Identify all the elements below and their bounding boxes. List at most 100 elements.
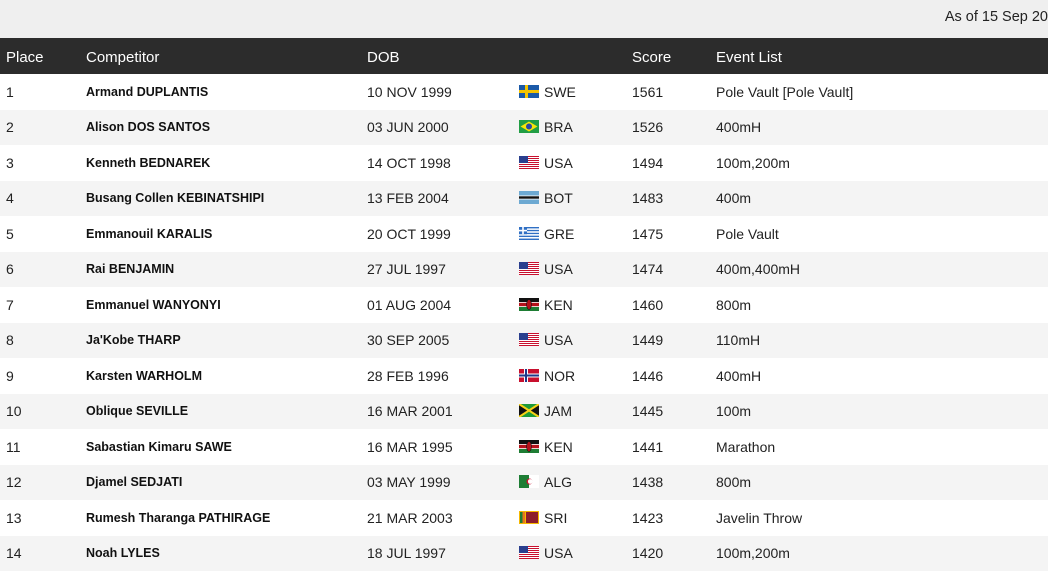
- score-cell: 1475: [632, 216, 716, 252]
- dob-cell: 13 FEB 2004: [361, 181, 519, 217]
- table-row[interactable]: 1 Armand DUPLANTIS 10 NOV 1999 SWE 1561 …: [0, 74, 1048, 110]
- table-row[interactable]: 4 Busang Collen KEBINATSHIPI 13 FEB 2004…: [0, 181, 1048, 217]
- event-list-cell: 400mH: [716, 358, 1048, 394]
- flag-jamaica-icon: [519, 404, 539, 417]
- place-cell: 1: [0, 74, 80, 110]
- table-row[interactable]: 13 Rumesh Tharanga PATHIRAGE 21 MAR 2003…: [0, 500, 1048, 536]
- competitor-name-link[interactable]: Djamel SEDJATI: [80, 465, 361, 501]
- dob-cell: 10 NOV 1999: [361, 74, 519, 110]
- flag-usa-icon: [519, 546, 539, 559]
- nationality-cell: USA: [519, 145, 632, 181]
- dob-cell: 27 JUL 1997: [361, 252, 519, 288]
- competitor-name-link[interactable]: Rai BENJAMIN: [80, 252, 361, 288]
- table-row[interactable]: 9 Karsten WARHOLM 28 FEB 1996 NOR 1446 4…: [0, 358, 1048, 394]
- flag-greece-icon: [519, 227, 539, 240]
- table-row[interactable]: 3 Kenneth BEDNAREK 14 OCT 1998 USA 1494 …: [0, 145, 1048, 181]
- competitor-name-link[interactable]: Sabastian Kimaru SAWE: [80, 429, 361, 465]
- nationality-cell: BRA: [519, 110, 632, 146]
- flag-algeria-icon: [519, 475, 539, 488]
- country-code: BOT: [544, 190, 573, 206]
- dob-cell: 03 MAY 1999: [361, 465, 519, 501]
- flag-botswana-icon: [519, 191, 539, 204]
- nationality-cell: SWE: [519, 74, 632, 110]
- score-cell: 1561: [632, 74, 716, 110]
- event-list-cell: Marathon: [716, 429, 1048, 465]
- top-bar: As of 15 Sep 20: [0, 0, 1048, 38]
- flag-kenya-icon: [519, 440, 539, 453]
- country-code: KEN: [544, 297, 573, 313]
- flag-usa-icon: [519, 262, 539, 275]
- nationality-cell: USA: [519, 252, 632, 288]
- event-list-cell: 800m: [716, 465, 1048, 501]
- score-cell: 1483: [632, 181, 716, 217]
- place-cell: 6: [0, 252, 80, 288]
- event-list-cell: 400m: [716, 181, 1048, 217]
- competitor-name-link[interactable]: Emmanouil KARALIS: [80, 216, 361, 252]
- table-row[interactable]: 8 Ja'Kobe THARP 30 SEP 2005 USA 1449 110…: [0, 323, 1048, 359]
- event-list-cell: 400m,400mH: [716, 252, 1048, 288]
- flag-usa-icon: [519, 156, 539, 169]
- country-code: KEN: [544, 439, 573, 455]
- competitor-name-link[interactable]: Emmanuel WANYONYI: [80, 287, 361, 323]
- nationality-cell: KEN: [519, 429, 632, 465]
- event-list-cell: Javelin Throw: [716, 500, 1048, 536]
- country-code: USA: [544, 545, 573, 561]
- flag-usa-icon: [519, 333, 539, 346]
- country-code: BRA: [544, 119, 573, 135]
- score-cell: 1438: [632, 465, 716, 501]
- nationality-cell: GRE: [519, 216, 632, 252]
- event-list-cell: Pole Vault: [716, 216, 1048, 252]
- table-row[interactable]: 6 Rai BENJAMIN 27 JUL 1997 USA 1474 400m…: [0, 252, 1048, 288]
- column-header-nat: [519, 38, 632, 74]
- dob-cell: 21 MAR 2003: [361, 500, 519, 536]
- column-header-competitor[interactable]: Competitor: [80, 38, 361, 74]
- score-cell: 1449: [632, 323, 716, 359]
- nationality-cell: BOT: [519, 181, 632, 217]
- table-row[interactable]: 7 Emmanuel WANYONYI 01 AUG 2004 KEN 1460…: [0, 287, 1048, 323]
- place-cell: 9: [0, 358, 80, 394]
- column-header-event-list[interactable]: Event List: [716, 38, 1048, 74]
- dob-cell: 14 OCT 1998: [361, 145, 519, 181]
- competitor-name-link[interactable]: Oblique SEVILLE: [80, 394, 361, 430]
- event-list-cell: 100m,200m: [716, 145, 1048, 181]
- place-cell: 8: [0, 323, 80, 359]
- nationality-cell: NOR: [519, 358, 632, 394]
- place-cell: 13: [0, 500, 80, 536]
- column-header-dob[interactable]: DOB: [361, 38, 519, 74]
- rankings-table: Place Competitor DOB Score Event List 1 …: [0, 38, 1048, 571]
- event-list-cell: 800m: [716, 287, 1048, 323]
- table-row[interactable]: 5 Emmanouil KARALIS 20 OCT 1999 GRE 1475…: [0, 216, 1048, 252]
- competitor-name-link[interactable]: Kenneth BEDNAREK: [80, 145, 361, 181]
- competitor-name-link[interactable]: Busang Collen KEBINATSHIPI: [80, 181, 361, 217]
- score-cell: 1526: [632, 110, 716, 146]
- country-code: SWE: [544, 84, 576, 100]
- table-header-row: Place Competitor DOB Score Event List: [0, 38, 1048, 74]
- table-row[interactable]: 11 Sabastian Kimaru SAWE 16 MAR 1995 KEN…: [0, 429, 1048, 465]
- dob-cell: 28 FEB 1996: [361, 358, 519, 394]
- country-code: USA: [544, 261, 573, 277]
- nationality-cell: KEN: [519, 287, 632, 323]
- column-header-score[interactable]: Score: [632, 38, 716, 74]
- table-row[interactable]: 2 Alison DOS SANTOS 03 JUN 2000 BRA 1526…: [0, 110, 1048, 146]
- competitor-name-link[interactable]: Armand DUPLANTIS: [80, 74, 361, 110]
- place-cell: 3: [0, 145, 80, 181]
- column-header-place[interactable]: Place: [0, 38, 80, 74]
- dob-cell: 01 AUG 2004: [361, 287, 519, 323]
- nationality-cell: USA: [519, 323, 632, 359]
- dob-cell: 03 JUN 2000: [361, 110, 519, 146]
- place-cell: 4: [0, 181, 80, 217]
- competitor-name-link[interactable]: Ja'Kobe THARP: [80, 323, 361, 359]
- event-list-cell: 400mH: [716, 110, 1048, 146]
- competitor-name-link[interactable]: Karsten WARHOLM: [80, 358, 361, 394]
- nationality-cell: JAM: [519, 394, 632, 430]
- competitor-name-link[interactable]: Alison DOS SANTOS: [80, 110, 361, 146]
- country-code: JAM: [544, 403, 572, 419]
- table-row[interactable]: 12 Djamel SEDJATI 03 MAY 1999 ALG 1438 8…: [0, 465, 1048, 501]
- dob-cell: 20 OCT 1999: [361, 216, 519, 252]
- competitor-name-link[interactable]: Rumesh Tharanga PATHIRAGE: [80, 500, 361, 536]
- as-of-date: As of 15 Sep 20: [945, 9, 1048, 25]
- table-row[interactable]: 10 Oblique SEVILLE 16 MAR 2001 JAM 1445 …: [0, 394, 1048, 430]
- country-code: SRI: [544, 510, 567, 526]
- dob-cell: 16 MAR 2001: [361, 394, 519, 430]
- flag-sweden-icon: [519, 85, 539, 98]
